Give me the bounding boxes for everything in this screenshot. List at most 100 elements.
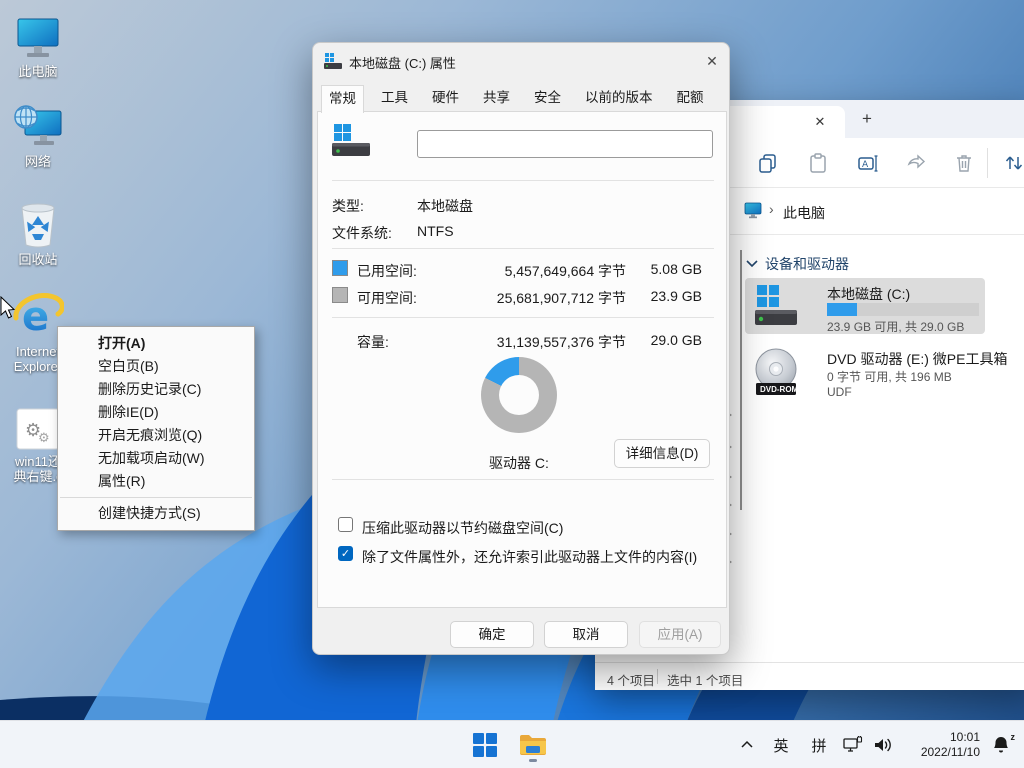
- tab-hardware[interactable]: 硬件: [425, 85, 466, 111]
- network-icon[interactable]: [838, 736, 868, 754]
- breadcrumb[interactable]: 此电脑: [783, 203, 825, 223]
- used-space-gb: 5.08 GB: [638, 261, 702, 277]
- capacity-gb: 29.0 GB: [638, 332, 702, 348]
- svg-text:DVD-ROM: DVD-ROM: [760, 385, 799, 394]
- drive-caption: 0 字节 可用, 共 196 MB: [827, 368, 952, 385]
- used-space-swatch: [332, 260, 348, 276]
- tray-chevron-up-icon[interactable]: [732, 738, 762, 752]
- item-count: 4 个项目: [607, 670, 655, 689]
- taskbar-file-explorer[interactable]: [518, 728, 548, 762]
- menu-separator: [60, 497, 252, 498]
- divider: [332, 317, 714, 318]
- sort-icon[interactable]: [1003, 152, 1024, 174]
- breadcrumb-chevron-icon: ›: [769, 201, 774, 217]
- details-button[interactable]: 详细信息(D): [614, 439, 710, 468]
- tab-close-icon[interactable]: ✕: [811, 113, 829, 131]
- network-icon: [0, 102, 76, 150]
- tab-previous-versions[interactable]: 以前的版本: [578, 85, 660, 111]
- paste-icon[interactable]: [807, 152, 829, 174]
- type-value: 本地磁盘: [417, 196, 473, 216]
- folder-icon: [519, 733, 547, 757]
- filesystem-label: 文件系统:: [332, 223, 392, 243]
- menu-item-no-addons[interactable]: 无加载项启动(W): [58, 447, 254, 470]
- compress-checkbox[interactable]: [338, 517, 353, 532]
- dialog-close-icon[interactable]: ✕: [701, 52, 723, 71]
- dnd-z-badge: z: [1011, 732, 1016, 742]
- divider: [332, 180, 714, 181]
- dialog-drive-icon: [324, 53, 343, 69]
- capacity-bytes: 31,139,557,376 字节: [478, 332, 626, 352]
- notification-bell-icon[interactable]: z: [986, 735, 1016, 755]
- desktop-icon-network[interactable]: 网络: [0, 102, 76, 169]
- menu-item-create-shortcut[interactable]: 创建快捷方式(S): [58, 502, 254, 525]
- volume-label-input[interactable]: [417, 130, 713, 158]
- drive-filesystem: UDF: [827, 385, 852, 399]
- clock-date: 2022/11/10: [908, 745, 980, 760]
- clock-time: 10:01: [908, 730, 980, 745]
- divider: [332, 248, 714, 249]
- cancel-button[interactable]: 取消: [544, 621, 628, 648]
- ok-button[interactable]: 确定: [450, 621, 534, 648]
- drive-name: DVD 驱动器 (E:) 微PE工具箱: [827, 349, 1007, 369]
- apply-button[interactable]: 应用(A): [639, 621, 721, 648]
- type-label: 类型:: [332, 196, 364, 216]
- properties-dialog: 本地磁盘 (C:) 属性 ✕ 常规 工具 硬件 共享 安全 以前的版本 配额 类…: [312, 42, 730, 655]
- dvd-drive-icon: DVD-ROM: [753, 348, 799, 396]
- menu-item-inprivate[interactable]: 开启无痕浏览(Q): [58, 424, 254, 447]
- pane-splitter[interactable]: [740, 250, 742, 510]
- menu-item-delete-ie[interactable]: 删除IE(D): [58, 401, 254, 424]
- rename-icon[interactable]: A: [857, 152, 879, 174]
- free-space-label: 可用空间:: [357, 288, 417, 308]
- usage-donut: [481, 357, 557, 433]
- menu-item-delete-history[interactable]: 删除历史记录(C): [58, 378, 254, 401]
- desktop-icon-label: 网络: [0, 154, 76, 169]
- tab-tools[interactable]: 工具: [374, 85, 415, 111]
- used-space-bytes: 5,457,649,664 字节: [478, 261, 626, 281]
- tab-general[interactable]: 常规: [321, 85, 364, 113]
- desktop-icon-recycle-bin[interactable]: 回收站: [0, 200, 76, 267]
- index-checkbox[interactable]: ✓: [338, 546, 353, 561]
- desktop-icon-this-pc[interactable]: 此电脑: [0, 12, 76, 79]
- index-checkbox-label: 除了文件属性外，还允许索引此驱动器上文件的内容(I): [362, 547, 697, 567]
- drive-item-local-disk-c[interactable]: 本地磁盘 (C:) 23.9 GB 可用, 共 29.0 GB: [745, 278, 985, 334]
- local-disk-icon: [753, 283, 799, 329]
- drive-usage-bar: [827, 303, 979, 316]
- taskbar: 英 拼 10:01 2022/11/10 z: [0, 720, 1024, 768]
- drive-item-dvd-e[interactable]: DVD-ROM DVD 驱动器 (E:) 微PE工具箱 0 字节 可用, 共 1…: [745, 343, 985, 405]
- recycle-bin-icon: [0, 200, 76, 248]
- context-menu: 打开(A) 空白页(B) 删除历史记录(C) 删除IE(D) 开启无痕浏览(Q)…: [57, 326, 255, 531]
- volume-icon[interactable]: [868, 736, 898, 754]
- menu-item-open[interactable]: 打开(A): [58, 332, 254, 355]
- drive-name: 本地磁盘 (C:): [827, 284, 910, 304]
- mouse-cursor: [0, 296, 17, 325]
- tab-quota[interactable]: 配额: [670, 85, 711, 111]
- this-pc-icon: [0, 12, 76, 60]
- start-button[interactable]: [470, 728, 500, 762]
- copy-icon[interactable]: [757, 152, 779, 174]
- dialog-title-bar[interactable]: 本地磁盘 (C:) 属性 ✕: [313, 43, 729, 79]
- delete-icon[interactable]: [953, 152, 975, 174]
- drive-caption: 23.9 GB 可用, 共 29.0 GB: [827, 318, 964, 335]
- drive-caption-label: 驱动器 C:: [438, 453, 600, 473]
- tab-security[interactable]: 安全: [527, 85, 568, 111]
- svg-text:A: A: [862, 160, 869, 170]
- tab-sharing[interactable]: 共享: [476, 85, 517, 111]
- menu-item-properties[interactable]: 属性(R): [58, 470, 254, 493]
- divider: [332, 479, 714, 480]
- ime-mode-indicator[interactable]: 拼: [800, 735, 838, 756]
- running-indicator: [529, 759, 537, 762]
- capacity-label: 容量:: [357, 332, 389, 352]
- ime-language-indicator[interactable]: 英: [762, 735, 800, 756]
- general-tab-page: 类型: 本地磁盘 文件系统: NTFS 已用空间: 5,457,649,664 …: [317, 111, 727, 608]
- share-icon[interactable]: [905, 152, 927, 174]
- free-space-bytes: 25,681,907,712 字节: [478, 288, 626, 308]
- taskbar-clock[interactable]: 10:01 2022/11/10: [908, 730, 980, 760]
- desktop-icon-label: 此电脑: [0, 64, 76, 79]
- menu-item-blank-page[interactable]: 空白页(B): [58, 355, 254, 378]
- free-space-swatch: [332, 287, 348, 303]
- used-space-label: 已用空间:: [357, 261, 417, 281]
- dialog-title: 本地磁盘 (C:) 属性: [349, 53, 456, 72]
- new-tab-button[interactable]: +: [857, 109, 877, 129]
- chevron-down-icon[interactable]: [745, 257, 759, 271]
- dialog-tab-strip: 常规 工具 硬件 共享 安全 以前的版本 配额: [321, 85, 721, 112]
